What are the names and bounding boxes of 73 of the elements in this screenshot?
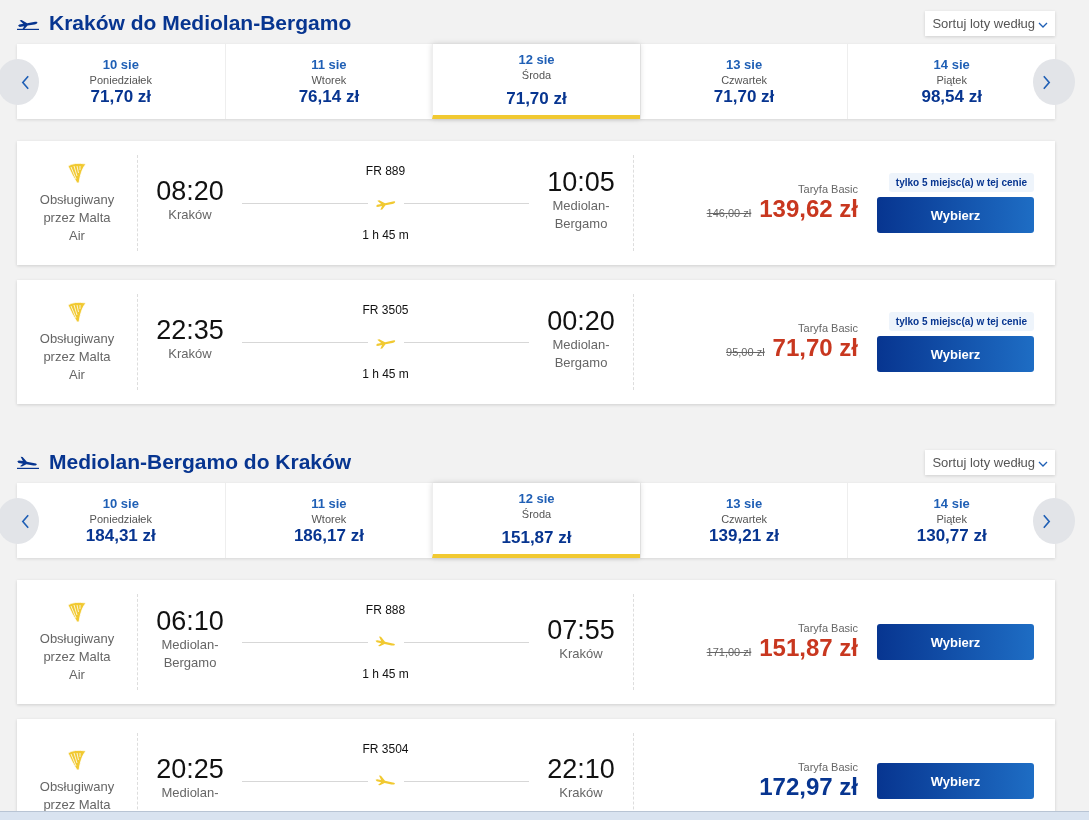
operator-text: Obsługiwany przez Malta	[38, 778, 116, 814]
date-tab[interactable]: 13 sie Czwartek 139,21 zł	[639, 483, 848, 558]
plane-icon	[17, 455, 39, 469]
arrival-time: 10:05	[547, 167, 615, 197]
date-tab[interactable]: 14 sie Piątek 130,77 zł	[847, 483, 1055, 558]
select-button[interactable]: Wybierz	[877, 336, 1034, 372]
sort-dropdown[interactable]: Sortuj loty według	[925, 449, 1055, 475]
flight-number: FR 889	[365, 164, 406, 178]
select-button[interactable]: Wybierz	[877, 197, 1034, 233]
date-tab[interactable]: 10 sie Poniedziałek 184,31 zł	[17, 483, 225, 558]
select-button[interactable]: Wybierz	[877, 763, 1034, 799]
next-button[interactable]	[1033, 59, 1075, 105]
arrival-time: 07:55	[547, 615, 615, 645]
fare-label: Taryfa Basic	[798, 183, 858, 195]
route-title: Kraków do Mediolan-Bergamo	[49, 11, 353, 35]
arrival-city: Kraków	[558, 784, 604, 802]
arrival-city: Mediolan-Bergamo	[551, 197, 611, 233]
arrival-time: 00:20	[547, 306, 615, 336]
route-title: Mediolan-Bergamo do Kraków	[49, 450, 353, 474]
flight-duration: 1 h 45 m	[362, 228, 409, 242]
fare-price: 139,62 zł	[759, 195, 858, 223]
old-price: 171,00 zł	[706, 646, 752, 658]
seats-badge: tylko 5 miejsc(a) w tej cenie	[888, 312, 1034, 331]
arrival-time: 22:10	[547, 754, 615, 784]
departure-time: 06:10	[156, 606, 224, 636]
date-tab[interactable]: 12 sie Środa 71,70 zł	[432, 44, 640, 119]
plane-icon	[373, 774, 398, 788]
operator-text: Obsługiwany przez Malta Air	[38, 630, 116, 684]
select-button[interactable]: Wybierz	[877, 624, 1034, 660]
harp-icon	[66, 748, 88, 772]
old-price: 146,00 zł	[706, 207, 752, 219]
fare-label: Taryfa Basic	[798, 322, 858, 334]
harp-icon	[66, 161, 88, 185]
departure-city: Kraków	[167, 206, 213, 224]
caret-icon	[1038, 460, 1048, 467]
date-tab[interactable]: 12 sie Środa 151,87 zł	[432, 483, 640, 558]
seats-badge: tylko 5 miejsc(a) w tej cenie	[888, 173, 1034, 192]
chevron-right-icon	[1042, 74, 1051, 90]
next-button[interactable]	[1033, 498, 1075, 544]
arrival-city: Kraków	[558, 645, 604, 663]
operator-text: Obsługiwany przez Malta Air	[38, 330, 116, 384]
departure-city: Mediolan-Bergamo	[160, 636, 220, 672]
flight-duration: 1 h 45 m	[362, 667, 409, 681]
departure-city: Kraków	[167, 345, 213, 363]
old-price: 95,00 zł	[726, 346, 765, 358]
flight-number: FR 3505	[362, 303, 409, 317]
flight-number: FR 3504	[362, 742, 409, 756]
date-tab[interactable]: 11 sie Wtorek 186,17 zł	[224, 483, 433, 558]
date-tab[interactable]: 13 sie Czwartek 71,70 zł	[639, 44, 848, 119]
chevron-right-icon	[1042, 513, 1051, 529]
sort-dropdown[interactable]: Sortuj loty według	[925, 10, 1055, 36]
plane-icon	[373, 635, 398, 649]
harp-icon	[66, 300, 88, 324]
date-tab[interactable]: 11 sie Wtorek 76,14 zł	[224, 44, 433, 119]
departure-time: 22:35	[156, 315, 224, 345]
chevron-left-icon	[21, 513, 30, 529]
date-tab[interactable]: 14 sie Piątek 98,54 zł	[847, 44, 1055, 119]
fare-label: Taryfa Basic	[798, 622, 858, 634]
fare-price: 172,97 zł	[759, 773, 858, 801]
fare-price: 71,70 zł	[772, 334, 858, 362]
departure-time: 20:25	[156, 754, 224, 784]
flight-number: FR 888	[365, 603, 406, 617]
harp-icon	[66, 600, 88, 624]
departure-time: 08:20	[156, 176, 224, 206]
operator-text: Obsługiwany przez Malta Air	[38, 191, 116, 245]
chevron-left-icon	[21, 74, 30, 90]
caret-icon	[1038, 21, 1048, 28]
arrival-city: Mediolan-Bergamo	[551, 336, 611, 372]
fare-label: Taryfa Basic	[798, 761, 858, 773]
flight-duration: 1 h 45 m	[362, 367, 409, 381]
date-tab[interactable]: 10 sie Poniedziałek 71,70 zł	[17, 44, 225, 119]
fare-price: 151,87 zł	[759, 634, 858, 662]
departure-city: Mediolan-	[160, 784, 220, 802]
